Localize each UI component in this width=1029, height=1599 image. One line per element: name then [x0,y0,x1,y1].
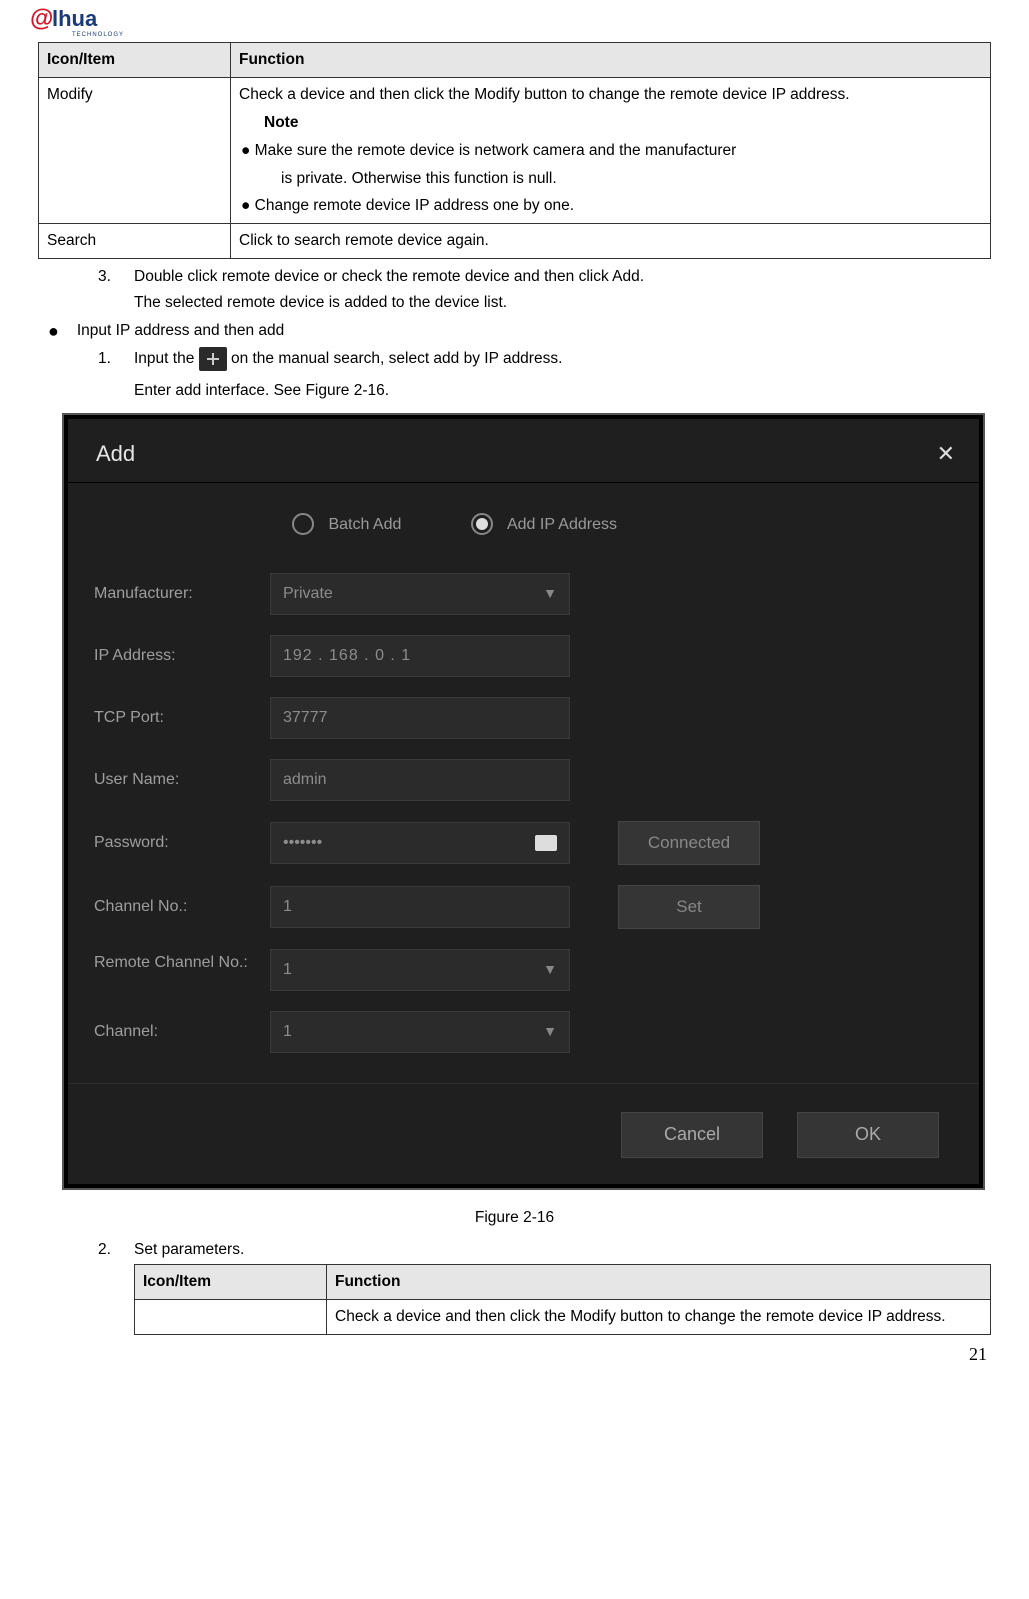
row-user: User Name: admin [68,749,979,811]
step-1-post: on the manual search, select add by IP a… [231,350,562,367]
row-remote-channel: Remote Channel No.: 1 ▼ [68,939,979,1001]
select-value: 1 [283,1020,292,1045]
channel-no-input[interactable]: 1 [270,886,570,928]
channel-no-value: 1 [283,895,292,920]
row-channel: Channel: 1 ▼ [68,1001,979,1063]
bullet-input-ip: ● Input IP address and then add [48,319,991,343]
note-line-2: ● Change remote device IP address one by… [241,192,982,220]
cancel-button[interactable]: Cancel [621,1112,763,1158]
svg-text:lhua: lhua [52,6,98,31]
step-number: 3. [98,265,116,289]
bullet-icon: ● [48,322,59,340]
ok-button[interactable]: OK [797,1112,939,1158]
radio-label: Add IP Address [507,516,617,533]
chevron-down-icon: ▼ [543,959,557,981]
remote-channel-label: Remote Channel No.: [94,949,252,974]
th-function: Function [327,1265,991,1300]
figure-2-16: Add ✕ Batch Add Add IP Address Manufactu… [62,413,985,1190]
th-icon: Icon/Item [39,43,231,78]
user-input[interactable]: admin [270,759,570,801]
port-value: 37777 [283,706,328,731]
user-value: admin [283,768,327,793]
add-dialog: Add ✕ Batch Add Add IP Address Manufactu… [68,419,979,1184]
row-modify: Modify Check a device and then click the… [39,77,991,223]
note-line-1: ● Make sure the remote device is network… [241,137,982,165]
remote-channel-select[interactable]: 1 ▼ [270,949,570,991]
svg-text:@: @ [30,5,53,32]
step-3-text: Double click remote device or check the … [134,265,991,289]
step-1-text: Input the on the manual search, select a… [134,347,991,371]
manufacturer-label: Manufacturer: [94,582,252,607]
set-button[interactable]: Set [618,885,760,929]
chevron-down-icon: ▼ [543,583,557,605]
close-icon[interactable]: ✕ [937,437,955,471]
cell-search-desc: Click to search remote device again. [231,224,991,259]
figure-caption: Figure 2-16 [38,1206,991,1230]
radio-batch-add[interactable]: Batch Add [292,513,401,538]
step-2: 2. Set parameters. [98,1238,991,1262]
dialog-title: Add [96,437,135,471]
chevron-down-icon: ▼ [543,1021,557,1043]
cell-modify-desc: Check a device and then click the Modify… [231,77,991,223]
cell-desc: Check a device and then click the Modify… [327,1300,991,1335]
th-function: Function [231,43,991,78]
row-search: Search Click to search remote device aga… [39,224,991,259]
page-number: 21 [38,1341,991,1369]
row-password: Password: ••••••• Connected [68,811,979,875]
step-1-sub: Enter add interface. See Figure 2-16. [134,379,991,403]
ip-value: 192 . 168 . 0 . 1 [283,644,411,669]
password-input[interactable]: ••••••• [270,822,570,864]
radio-icon [471,513,493,535]
keyboard-icon[interactable] [535,835,557,851]
step-1: 1. Input the on the manual search, selec… [98,347,991,371]
row-channel-no: Channel No.: 1 Set [68,875,979,939]
password-value: ••••••• [283,831,322,856]
ip-input[interactable]: 192 . 168 . 0 . 1 [270,635,570,677]
step-2-text: Set parameters. [134,1238,991,1262]
ip-label: IP Address: [94,644,252,669]
connected-status: Connected [618,821,760,865]
cell-search-label: Search [39,224,231,259]
password-label: Password: [94,831,252,856]
add-mode-radios: Batch Add Add IP Address [68,483,979,564]
step-1-pre: Input the [134,350,199,367]
plus-icon [199,347,227,371]
radio-label: Batch Add [328,516,401,533]
bullet-text: Input IP address and then add [77,319,284,343]
note-title: Note [264,109,982,137]
function-table-1: Icon/Item Function Modify Check a device… [38,42,991,259]
cell-icon [135,1300,327,1335]
manufacturer-select[interactable]: Private ▼ [270,573,570,615]
table-row: Check a device and then click the Modify… [135,1300,991,1335]
radio-add-ip[interactable]: Add IP Address [471,513,617,538]
port-input[interactable]: 37777 [270,697,570,739]
note-line-1-sub: is private. Otherwise this function is n… [281,165,982,193]
row-manufacturer: Manufacturer: Private ▼ [68,563,979,625]
brand-logo: @ lhua TECHNOLOGY [30,4,991,38]
step-number: 1. [98,347,116,371]
cell-modify-label: Modify [39,77,231,223]
channel-no-label: Channel No.: [94,895,252,920]
select-value: Private [283,582,333,607]
port-label: TCP Port: [94,706,252,731]
select-value: 1 [283,958,292,983]
modify-desc: Check a device and then click the Modify… [239,81,982,109]
channel-label: Channel: [94,1020,252,1045]
svg-text:TECHNOLOGY: TECHNOLOGY [72,32,124,38]
th-icon: Icon/Item [135,1265,327,1300]
dialog-footer: Cancel OK [68,1083,979,1164]
row-ip: IP Address: 192 . 168 . 0 . 1 [68,625,979,687]
step-3-sub: The selected remote device is added to t… [134,291,991,315]
step-number: 2. [98,1238,116,1262]
user-label: User Name: [94,768,252,793]
channel-select[interactable]: 1 ▼ [270,1011,570,1053]
radio-icon [292,513,314,535]
step-3: 3. Double click remote device or check t… [98,265,991,289]
function-table-2: Icon/Item Function Check a device and th… [134,1264,991,1335]
dialog-titlebar: Add ✕ [68,419,979,482]
row-port: TCP Port: 37777 [68,687,979,749]
